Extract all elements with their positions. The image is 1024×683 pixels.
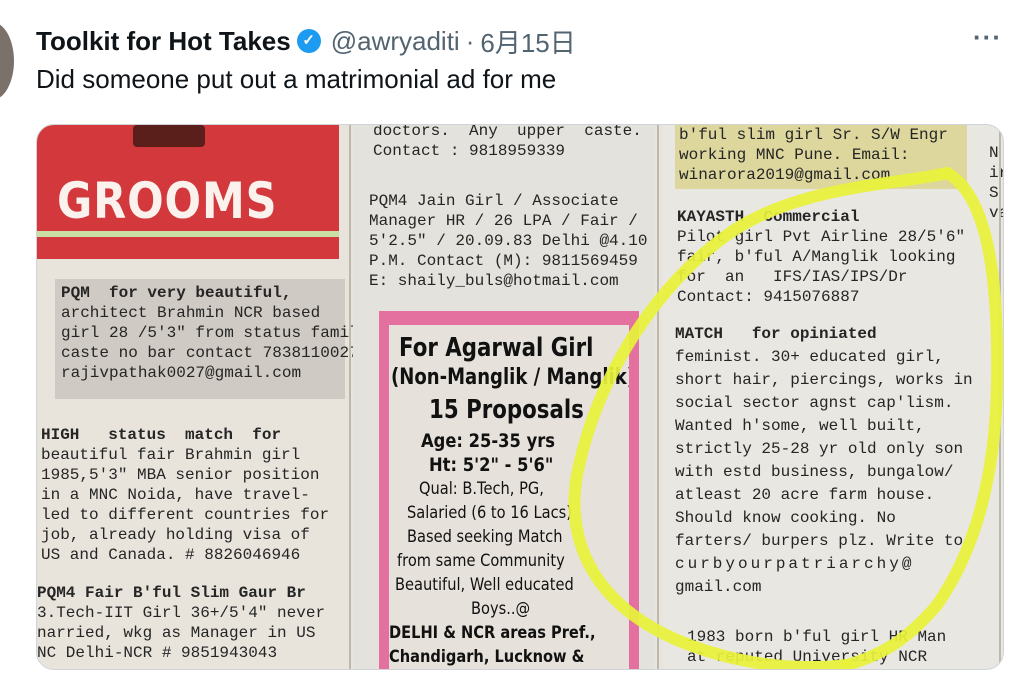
- tweet-header: Toolkit for Hot Takes ✓ @awryaditi · 6月1…: [36, 22, 576, 60]
- avatar[interactable]: [0, 22, 14, 100]
- more-icon[interactable]: ···: [973, 22, 1002, 53]
- user-handle[interactable]: @awryaditi: [331, 26, 460, 57]
- tweet-image[interactable]: GROOMS PQM for very beautiful, architect…: [36, 124, 1004, 670]
- display-name[interactable]: Toolkit for Hot Takes: [36, 26, 291, 57]
- separator: ·: [465, 25, 475, 56]
- tweet-text: Did someone put out a matrimonial ad for…: [36, 64, 557, 94]
- check-badge-icon: ✓: [296, 29, 321, 53]
- yellow-marker-circle: [568, 167, 1003, 669]
- tweet-date[interactable]: 6月15日: [480, 23, 575, 60]
